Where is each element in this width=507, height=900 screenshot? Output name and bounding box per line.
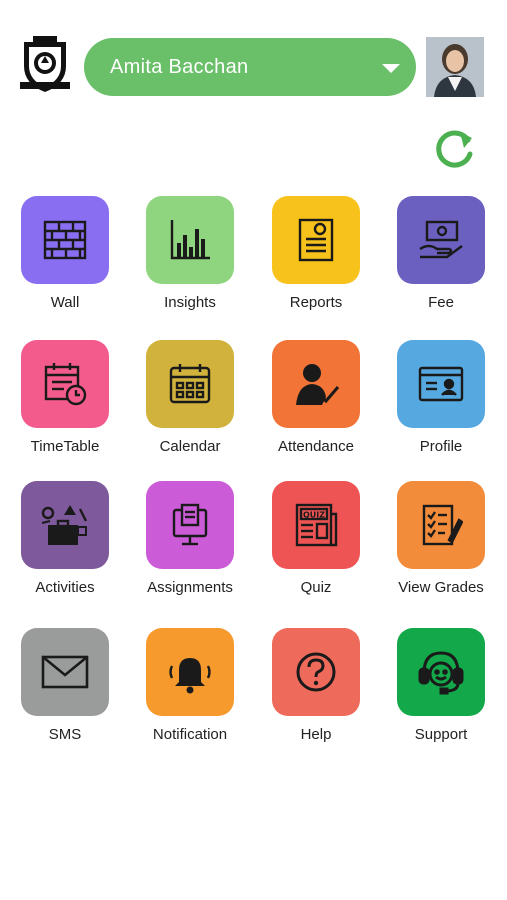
tile-label: TimeTable [30,438,100,455]
quiz-tile-box: QUIZ [272,481,360,569]
timetable-calendar-icon [42,361,88,407]
calendar-tile-box [146,340,234,428]
tile-fee[interactable]: Fee [381,196,501,326]
tile-sms[interactable]: SMS [5,628,125,758]
refresh-icon[interactable] [430,126,478,174]
tile-view-grades[interactable]: View Grades [381,481,501,611]
timetable-tile-box [21,340,109,428]
activities-tile-box [21,481,109,569]
tile-attendance[interactable]: Attendance [256,340,376,470]
tile-label: Calendar [159,438,221,455]
tile-quiz[interactable]: QUIZ Quiz [256,481,376,611]
view-grades-tile-box [397,481,485,569]
tile-label: Help [300,726,332,743]
money-hand-icon [417,219,465,261]
assignments-tile-box [146,481,234,569]
tile-label: Assignments [147,579,233,596]
brick-wall-icon [42,219,88,261]
tile-help[interactable]: Help [256,628,376,758]
svg-text:QUIZ: QUIZ [303,511,325,520]
tile-activities[interactable]: Activities [5,481,125,611]
tile-label: SMS [48,726,82,743]
tile-label: Support [414,726,468,743]
assignment-monitor-icon [169,502,211,548]
headset-support-icon [416,647,466,697]
attendance-tile-box [272,340,360,428]
sms-tile-box [21,628,109,716]
bar-chart-icon [167,217,213,263]
school-logo [18,36,72,96]
tile-label: Quiz [300,579,332,596]
quiz-newspaper-icon: QUIZ [293,502,339,548]
student-selector-dropdown[interactable]: Amita Bacchan [84,38,416,96]
notification-tile-box [146,628,234,716]
tile-label: Notification [152,726,228,743]
tile-label: View Grades [398,579,484,596]
tile-label: Profile [419,438,463,455]
tile-wall[interactable]: Wall [5,196,125,326]
tile-reports[interactable]: Reports [256,196,376,326]
avatar[interactable] [426,37,484,97]
support-tile-box [397,628,485,716]
briefcase-activities-icon [40,501,90,549]
tile-label: Wall [50,294,80,311]
fee-tile-box [397,196,485,284]
reports-tile-box [272,196,360,284]
tile-label: Fee [428,294,454,311]
help-tile-box [272,628,360,716]
help-question-icon [294,650,338,694]
tile-timetable[interactable]: TimeTable [5,340,125,470]
envelope-icon [40,654,90,690]
wall-tile-box [21,196,109,284]
bell-icon [165,650,215,694]
tile-assignments[interactable]: Assignments [130,481,250,611]
tile-support[interactable]: Support [381,628,501,758]
insights-tile-box [146,196,234,284]
tile-label: Activities [35,579,95,596]
selected-student-name: Amita Bacchan [110,55,249,78]
tile-insights[interactable]: Insights [130,196,250,326]
profile-tile-box [397,340,485,428]
tile-label: Reports [289,294,343,311]
tile-label: Attendance [278,438,354,455]
tile-label: Insights [164,294,216,311]
id-card-icon [417,365,465,403]
tile-profile[interactable]: Profile [381,340,501,470]
tile-notification[interactable]: Notification [130,628,250,758]
chevron-down-icon [382,64,400,73]
grades-clipboard-icon [419,502,463,548]
report-card-icon [296,217,336,263]
attendance-person-icon [292,361,340,407]
tile-calendar[interactable]: Calendar [130,340,250,470]
calendar-icon [167,362,213,406]
